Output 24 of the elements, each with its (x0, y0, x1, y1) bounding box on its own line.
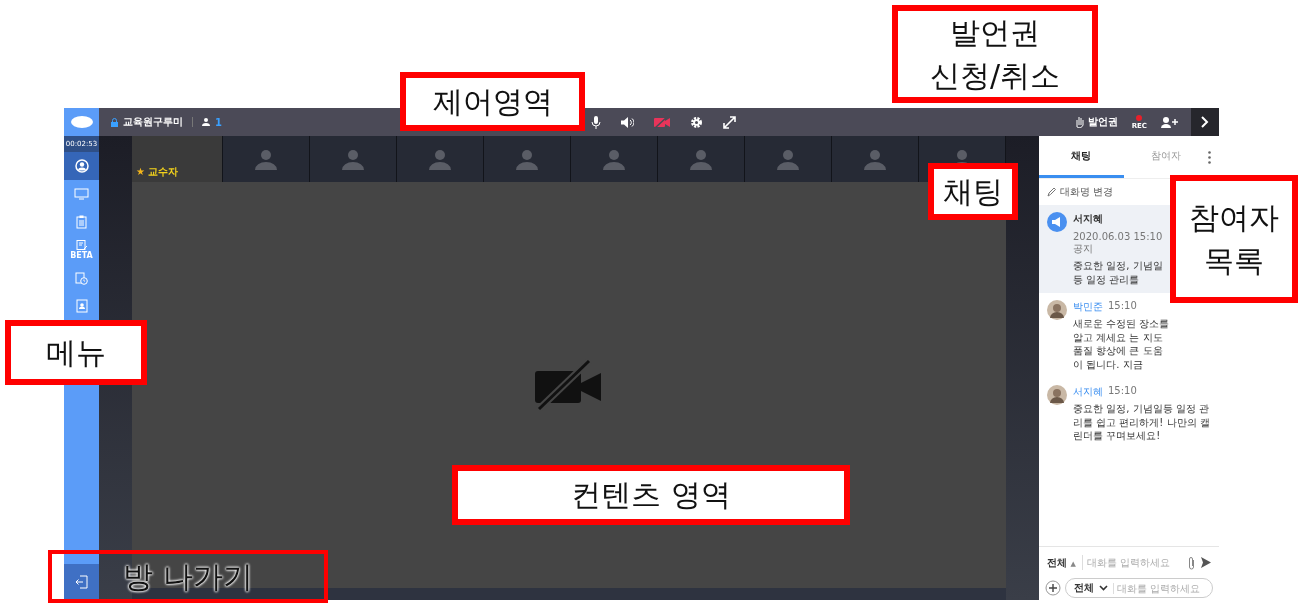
room-title: 교육원구루미 (123, 115, 183, 129)
message-text: 중요한 일정, 기념일등 일정 관리를 쉽고 편리하게! 나만의 캘린더를 꾸며보세요! (1073, 402, 1211, 443)
annotation-label: 발언권 신청/취소 (892, 5, 1098, 103)
annotation-label: 제어영역 (400, 72, 585, 131)
floor-request-button[interactable]: 발언권 (1073, 115, 1118, 129)
presenter-name: ★ 교수자 (136, 165, 179, 179)
message-time: 15:10 (1108, 385, 1137, 398)
annotation-label: 채팅 (928, 163, 1018, 220)
author-name: 서지혜 (1073, 212, 1103, 226)
message-time: 2020.06.03 15:10 공지 (1073, 231, 1163, 256)
rename-link[interactable]: 대화명 변경 (1060, 185, 1114, 199)
author-name: 박민준 (1073, 300, 1103, 314)
author-name: 서지혜 (1073, 385, 1103, 399)
message-time: 15:10 (1108, 300, 1137, 313)
participant-count: 1 (215, 116, 222, 128)
recipient-selector[interactable]: 전체 (1074, 581, 1094, 595)
annotation-label: 방 나가기 (123, 557, 253, 596)
annotation-label: 메뉴 (5, 320, 147, 385)
beta-label: BETA (70, 251, 93, 260)
annotation-label: 참여자 목록 (1170, 175, 1298, 303)
tab[interactable]: 채팅 (1039, 136, 1124, 178)
annotation-label: 컨텐츠 영역 (452, 465, 850, 525)
message-text: 중요한 일정, 기념일등 일정 관리를 (1073, 259, 1163, 286)
message-text: 새로운 수정된 장소를 알고 계세요 는 지도 품질 향상에 큰 도움이 됩니다. 지금 (1073, 317, 1171, 371)
